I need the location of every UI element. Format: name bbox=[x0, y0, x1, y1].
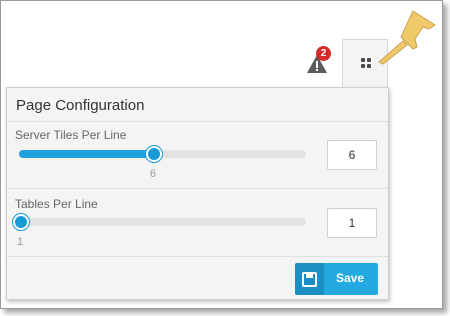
server-tiles-slider-handle[interactable] bbox=[145, 146, 162, 162]
tables-per-line-input[interactable]: 1 bbox=[327, 208, 377, 238]
tables-per-line-value-label: 1 bbox=[17, 236, 24, 248]
panel-title: Page Configuration bbox=[16, 97, 145, 114]
divider bbox=[7, 256, 388, 257]
floppy-disk-icon bbox=[302, 272, 317, 287]
server-tiles-value-label: 6 bbox=[149, 168, 156, 180]
server-tiles-slider-fill bbox=[19, 150, 154, 158]
divider bbox=[7, 121, 388, 122]
window-frame: 2 Page Configuration Server Tiles Per Li… bbox=[0, 0, 443, 309]
save-icon-wrapper bbox=[295, 263, 324, 295]
server-tiles-input[interactable]: 6 bbox=[327, 140, 377, 170]
divider bbox=[7, 188, 388, 189]
server-tiles-label: Server Tiles Per Line bbox=[15, 128, 127, 142]
pushpin-icon[interactable] bbox=[373, 7, 443, 67]
page-configuration-panel: Page Configuration Server Tiles Per Line… bbox=[6, 87, 389, 300]
tables-per-line-slider-handle[interactable] bbox=[13, 214, 29, 230]
server-tiles-slider-track[interactable] bbox=[19, 150, 306, 158]
alert-count-badge: 2 bbox=[316, 46, 331, 61]
save-button-label: Save bbox=[336, 271, 365, 285]
save-button[interactable]: Save bbox=[295, 263, 378, 295]
tables-per-line-slider-track[interactable] bbox=[19, 218, 306, 226]
tables-per-line-label: Tables Per Line bbox=[15, 197, 98, 211]
